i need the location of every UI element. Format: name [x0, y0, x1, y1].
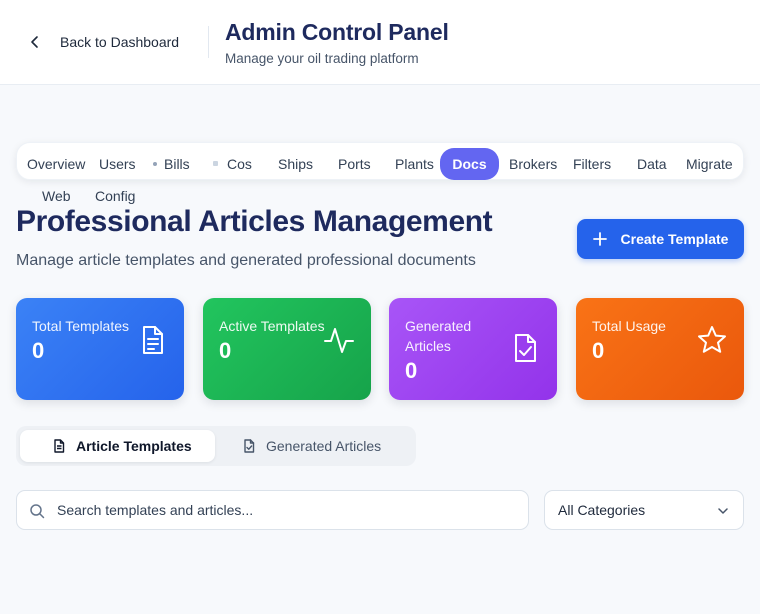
stat-label: Active Templates	[219, 318, 325, 334]
page-title: Professional Articles Management	[16, 205, 493, 238]
stat-card-total-templates: Total Templates 0	[16, 298, 184, 400]
search-icon	[30, 504, 45, 519]
stat-value: 0	[219, 338, 232, 363]
nav-item-filters[interactable]: Filters	[573, 153, 611, 175]
app-subtitle: Manage your oil trading platform	[225, 51, 419, 66]
stat-card-total-usage: Total Usage 0	[576, 298, 744, 400]
plus-icon	[592, 232, 607, 246]
stat-label: Generated Articles	[405, 318, 472, 354]
chevron-left-icon	[31, 36, 38, 48]
stat-value: 0	[405, 358, 418, 383]
stat-value: 0	[32, 338, 45, 363]
tab-generated-articles[interactable]: Generated Articles	[242, 430, 381, 462]
nav-item-ports[interactable]: Ports	[338, 153, 371, 175]
nav-item-ships[interactable]: Ships	[278, 153, 313, 175]
chevron-down-icon	[718, 508, 728, 514]
nav-dot	[153, 162, 157, 166]
star-icon	[698, 326, 726, 353]
tab-article-templates[interactable]: Article Templates	[20, 430, 215, 462]
stat-label: Total Usage	[592, 318, 666, 334]
nav-dot	[213, 161, 218, 166]
nav-item-brokers[interactable]: Brokers	[509, 153, 557, 175]
search-input[interactable]	[57, 491, 517, 529]
search-box	[16, 490, 529, 530]
category-select-value: All Categories	[558, 502, 646, 518]
tab-label: Generated Articles	[266, 438, 382, 454]
article-tabs: Article Templates Generated Articles	[16, 426, 416, 466]
category-select[interactable]: All Categories	[544, 490, 744, 530]
tab-label: Article Templates	[76, 438, 192, 454]
stat-value: 0	[592, 338, 605, 363]
nav-item-overview[interactable]: Overview	[27, 153, 85, 175]
nav-item-config[interactable]: Config	[95, 185, 135, 207]
file-check-icon	[244, 439, 255, 453]
back-label: Back to Dashboard	[60, 34, 180, 50]
stat-card-active-templates: Active Templates 0	[203, 298, 371, 400]
app-title: Admin Control Panel	[225, 19, 449, 45]
nav-item-docs[interactable]: Docs	[440, 148, 499, 180]
stat-label: Total Templates	[32, 318, 130, 334]
top-bar: Back to Dashboard Admin Control Panel Ma…	[0, 0, 760, 85]
page-subtitle: Manage article templates and generated p…	[16, 252, 476, 269]
document-icon	[143, 326, 163, 354]
create-template-label: Create Template	[620, 231, 729, 247]
nav-item-data[interactable]: Data	[637, 153, 667, 175]
header-divider	[208, 26, 209, 58]
document-icon	[54, 439, 65, 453]
nav-item-plants[interactable]: Plants	[395, 153, 434, 175]
nav-item-migrate[interactable]: Migrate	[686, 153, 733, 175]
nav-item-cos[interactable]: Cos	[227, 153, 252, 175]
create-template-button[interactable]: Create Template	[577, 219, 744, 259]
nav-item-users[interactable]: Users	[99, 153, 136, 175]
back-to-dashboard-button[interactable]: Back to Dashboard	[28, 30, 179, 54]
activity-icon	[324, 328, 354, 353]
stat-card-generated-articles: Generated Articles 0	[389, 298, 557, 400]
nav-item-web[interactable]: Web	[42, 185, 71, 207]
file-check-icon	[515, 334, 536, 362]
nav-item-bills[interactable]: Bills	[164, 153, 190, 175]
